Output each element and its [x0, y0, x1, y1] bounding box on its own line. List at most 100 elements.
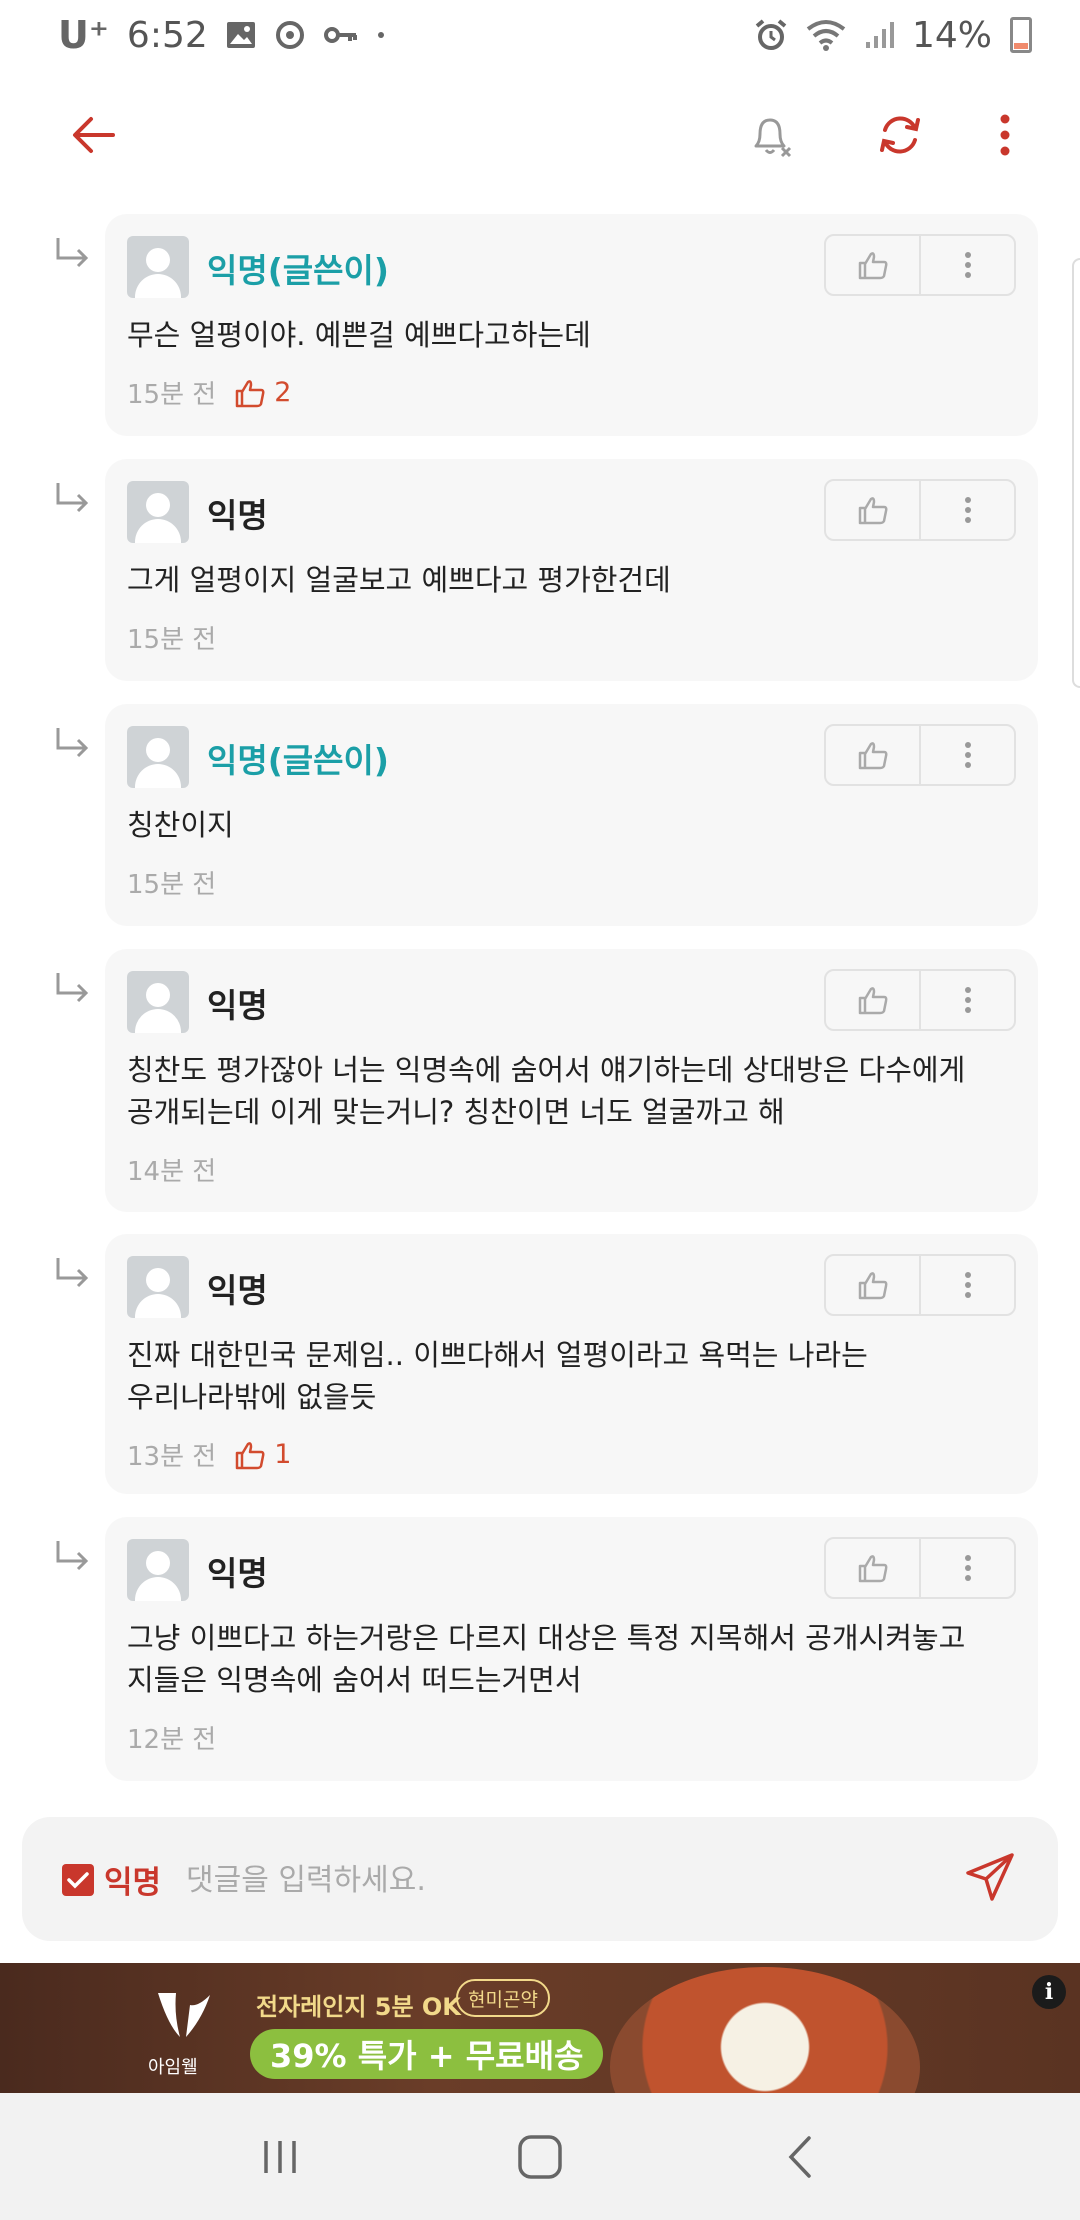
like-button[interactable]: [826, 236, 919, 294]
more-vertical-icon: [964, 1555, 971, 1581]
brand-logo-icon: [158, 1993, 210, 2037]
comment-more-button[interactable]: [919, 726, 1014, 784]
anonymous-checkbox[interactable]: [62, 1864, 94, 1896]
anonymous-label[interactable]: 익명: [104, 1857, 161, 1902]
comment-card: 익명 칭찬도 평가잖아 너는 익명속에 숨어서 얘기하는데 상대방은 다수에게 …: [105, 949, 1038, 1212]
like-count-value: 1: [274, 1439, 292, 1470]
avatar: [127, 971, 189, 1033]
more-vertical-icon: [964, 742, 971, 768]
comment-author: 익명: [207, 496, 268, 535]
top-toolbar: [0, 80, 1080, 190]
thumbs-up-icon: [858, 497, 887, 525]
alarm-icon: [754, 18, 788, 52]
comment-input-bar: 익명: [22, 1817, 1058, 1941]
like-button[interactable]: [826, 971, 919, 1029]
comment-meta: 15분 전: [127, 864, 216, 901]
system-back-button[interactable]: [750, 2117, 850, 2197]
thumbs-up-icon: [858, 1272, 887, 1300]
like-button[interactable]: [826, 1539, 919, 1597]
key-icon: [323, 25, 358, 45]
thumbs-up-icon: [858, 252, 887, 280]
avatar: [127, 236, 189, 298]
thumbs-up-icon: [235, 379, 265, 407]
send-button[interactable]: [962, 1849, 1022, 1909]
comment-input[interactable]: [186, 1851, 946, 1909]
like-button[interactable]: [826, 726, 919, 784]
home-icon: [518, 2134, 562, 2179]
notification-toggle-button[interactable]: [726, 90, 816, 180]
comment-meta: 14분 전: [127, 1151, 216, 1188]
like-button[interactable]: [826, 481, 919, 539]
comment-time: 15분 전: [127, 625, 217, 655]
battery-icon: [1010, 17, 1032, 53]
like-button[interactable]: [826, 1256, 919, 1314]
system-nav-bar: [0, 2093, 1080, 2220]
comment-card: 익명 그냥 이쁘다고 하는거랑은 다르지 대상은 특정 지목해서 공개시켜놓고 …: [105, 1517, 1038, 1781]
comment-more-button[interactable]: [919, 1539, 1014, 1597]
comment-time: 12분 전: [127, 1725, 217, 1755]
dot-icon: [376, 30, 386, 40]
check-icon: [67, 1872, 89, 1889]
comment-actions: [824, 1537, 1016, 1599]
ad-headline: 전자레인지 5분 OK: [256, 1993, 461, 2021]
comment-meta: 13분 전 1: [127, 1436, 291, 1473]
avatar: [127, 481, 189, 543]
send-icon: [966, 1853, 1014, 1901]
comment-actions: [824, 724, 1016, 786]
reply-arrow-icon: [56, 973, 89, 1003]
reply-arrow-icon: [56, 483, 89, 513]
more-vertical-icon: [1000, 114, 1010, 156]
reply-arrow-icon: [56, 238, 89, 268]
comment-meta: 15분 전: [127, 619, 216, 656]
more-vertical-icon: [964, 497, 971, 523]
recent-apps-icon: [264, 2140, 296, 2173]
comment-text: 칭찬이지: [127, 808, 234, 842]
comment-more-button[interactable]: [919, 236, 1014, 294]
home-button[interactable]: [490, 2117, 590, 2197]
refresh-icon: [880, 116, 920, 154]
comment-card: 익명 진짜 대한민국 문제임.. 이쁘다해서 얼평이라고 욕먹는 나라는 우리나…: [105, 1234, 1038, 1494]
comment-card: 익명(글쓴이) 무슨 얼평이야. 예쁜걸 예쁘다고하는데 15분 전 2: [105, 214, 1038, 436]
avatar: [127, 1539, 189, 1601]
reply-arrow-icon: [56, 1541, 89, 1571]
comment-card: 익명(글쓴이) 칭찬이지 15분 전: [105, 704, 1038, 926]
avatar: [127, 1256, 189, 1318]
more-options-button[interactable]: [960, 90, 1050, 180]
recent-apps-button[interactable]: [230, 2117, 330, 2197]
more-vertical-icon: [964, 252, 971, 278]
chevron-left-icon: [788, 2135, 811, 2178]
gallery-icon: [226, 21, 256, 49]
comment-actions: [824, 234, 1016, 296]
more-vertical-icon: [964, 1272, 971, 1298]
comment-author: 익명(글쓴이): [207, 251, 389, 290]
thumbs-up-icon: [858, 987, 887, 1015]
comment-text: 그냥 이쁘다고 하는거랑은 다르지 대상은 특정 지목해서 공개시켜놓고 지들은…: [127, 1621, 966, 1697]
refresh-button[interactable]: [855, 90, 945, 180]
ad-promo: 39% 특가 + 무료배송: [250, 2029, 604, 2079]
like-count: 1: [234, 1439, 291, 1470]
thumbs-up-icon: [235, 1441, 265, 1469]
comment-actions: [824, 479, 1016, 541]
comment-text: 칭찬도 평가잖아 너는 익명속에 숨어서 얘기하는데 상대방은 다수에게 공개되…: [127, 1053, 966, 1129]
battery-percent: 14%: [911, 14, 992, 56]
comment-meta: 15분 전 2: [127, 374, 291, 411]
comment-author: 익명: [207, 1554, 268, 1593]
ad-badge: 현미곤약: [456, 1979, 550, 2017]
comment-time: 15분 전: [127, 870, 217, 900]
like-count-value: 2: [274, 377, 292, 408]
sync-icon: [274, 19, 306, 51]
comment-more-button[interactable]: [919, 481, 1014, 539]
reply-arrow-icon: [56, 728, 89, 758]
back-button[interactable]: [48, 90, 138, 180]
ad-info-button[interactable]: i: [1032, 1975, 1066, 2009]
comment-meta: 12분 전: [127, 1719, 216, 1756]
ad-product-image: [610, 1967, 920, 2093]
comment-time: 15분 전: [127, 380, 217, 410]
reply-arrow-icon: [56, 1258, 89, 1288]
comment-author: 익명: [207, 986, 268, 1025]
scroll-indicator[interactable]: [1072, 258, 1080, 688]
ad-banner[interactable]: 아임웰 전자레인지 5분 OK 현미곤약 39% 특가 + 무료배송 i: [0, 1963, 1080, 2093]
ad-brand-name: 아임웰: [148, 2057, 198, 2078]
comment-more-button[interactable]: [919, 1256, 1014, 1314]
comment-more-button[interactable]: [919, 971, 1014, 1029]
